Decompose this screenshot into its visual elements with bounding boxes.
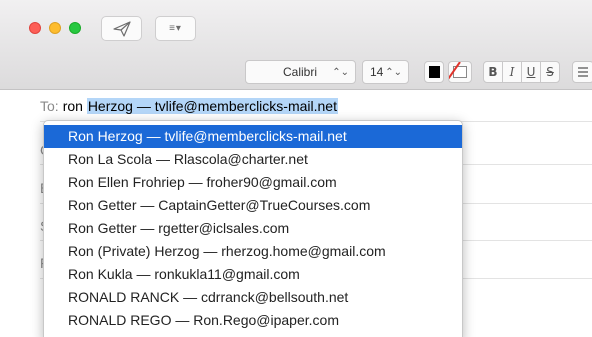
paper-plane-icon (112, 20, 131, 37)
italic-button[interactable]: I (502, 61, 522, 83)
align-left-icon (578, 67, 588, 77)
text-color-swatch[interactable] (424, 61, 444, 83)
minimize-window-button[interactable] (49, 22, 61, 34)
font-family-select[interactable]: Calibri ⌃⌄ (245, 60, 356, 84)
to-autocomplete-text: Herzog — tvlife@memberclicks-mail.net (86, 98, 338, 114)
alignment-button[interactable] (572, 61, 592, 83)
to-field[interactable]: To: ron Herzog — tvlife@memberclicks-mail… (40, 98, 338, 114)
to-typed-text: ron (62, 98, 87, 114)
mail-compose-window: ≡▾ Calibri ⌃⌄ 14 ⌃⌄ B I U S To: ron Herzo… (0, 0, 592, 337)
to-label: To: (40, 98, 59, 114)
bold-button[interactable]: B (483, 61, 503, 83)
autocomplete-dropdown: Ron Herzog — tvlife@memberclicks-mail.ne… (43, 120, 463, 337)
underline-button[interactable]: U (521, 61, 541, 83)
strikethrough-button[interactable]: S (540, 61, 560, 83)
suggestion-item[interactable]: Ron Kukla — ronkukla11@gmail.com (44, 263, 462, 286)
suggestion-item[interactable]: RONALD REGO — Ron.Rego@ipaper.com (44, 309, 462, 332)
header-fields-button[interactable]: ≡▾ (155, 16, 196, 41)
format-bar: Calibri ⌃⌄ 14 ⌃⌄ B I U S (0, 46, 592, 90)
font-size-select[interactable]: 14 ⌃⌄ (362, 60, 409, 84)
suggestion-item[interactable]: Ron Herzog — tvlife@memberclicks-mail.ne… (44, 125, 462, 148)
select-arrows-icon: ⌃⌄ (332, 66, 349, 78)
suggestion-item[interactable]: Ron Getter — rgetter@iclsales.com (44, 217, 462, 240)
title-toolbar: ≡▾ (0, 0, 592, 46)
suggestion-item[interactable]: Ron Getter — CaptainGetter@TrueCourses.c… (44, 194, 462, 217)
font-size-value: 14 (370, 65, 384, 79)
list-icon: ≡▾ (169, 23, 182, 34)
close-window-button[interactable] (29, 22, 41, 34)
background-color-swatch[interactable] (448, 61, 472, 83)
suggestion-item[interactable]: Ron (Private) Herzog — rherzog.home@gmai… (44, 240, 462, 263)
select-arrows-icon: ⌃⌄ (385, 66, 402, 78)
suggestion-item[interactable]: RONALD RANCK — cdrranck@bellsouth.net (44, 286, 462, 309)
send-button[interactable] (101, 16, 142, 41)
suggestion-item[interactable]: Ron La Scola — Rlascola@charter.net (44, 148, 462, 171)
suggestion-item[interactable]: Ron Ellen Frohriep — froher90@gmail.com (44, 171, 462, 194)
font-family-value: Calibri (283, 65, 318, 79)
zoom-window-button[interactable] (69, 22, 81, 34)
